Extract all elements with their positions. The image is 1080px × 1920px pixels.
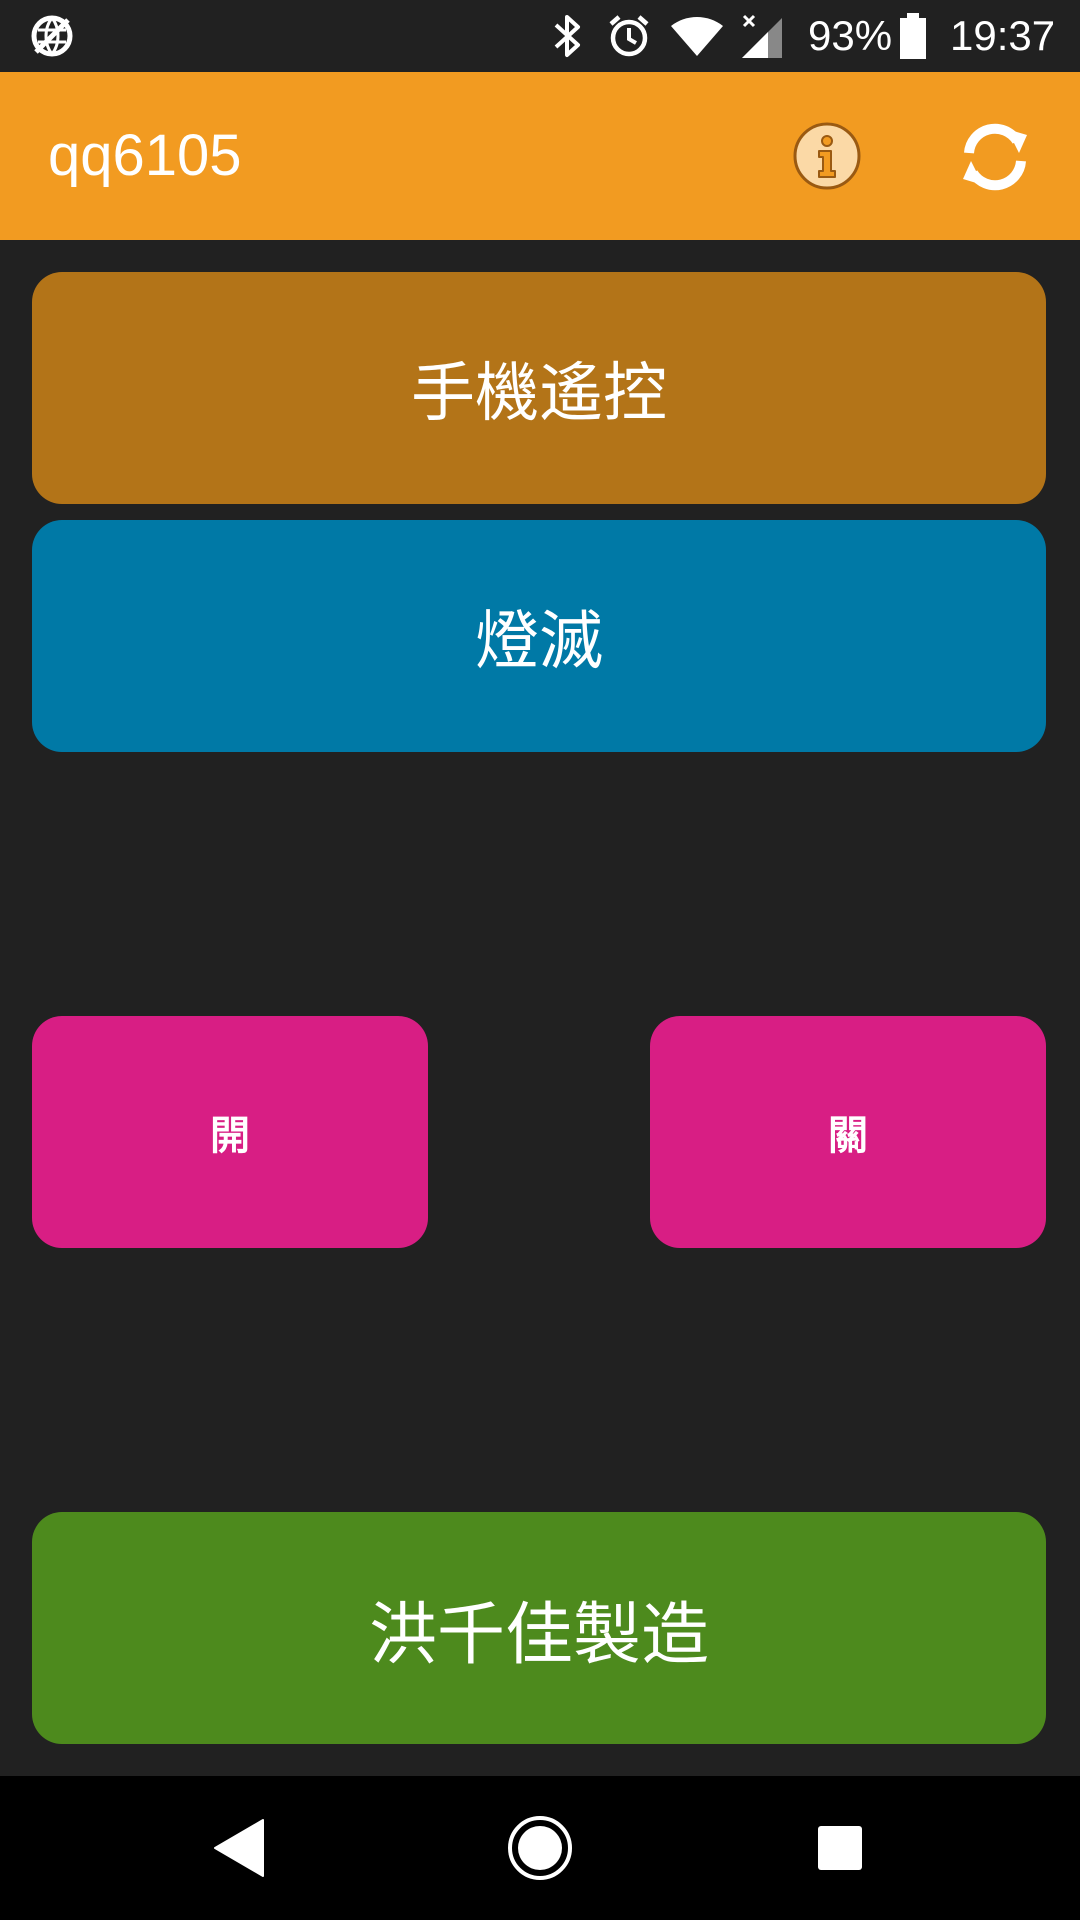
light-status-button[interactable]: 燈滅 bbox=[32, 520, 1046, 752]
data-saver-icon bbox=[28, 0, 76, 72]
recents-button[interactable] bbox=[800, 1776, 880, 1920]
remote-control-button[interactable]: 手機遙控 bbox=[32, 272, 1046, 504]
refresh-button[interactable] bbox=[955, 117, 1035, 197]
status-bar: 93% 19:37 bbox=[0, 0, 1080, 72]
battery-percent: 93% bbox=[808, 12, 893, 59]
app-bar: qq6105 bbox=[0, 72, 1080, 240]
wifi-icon bbox=[670, 0, 724, 72]
home-icon bbox=[508, 1816, 572, 1880]
app-title: qq6105 bbox=[48, 123, 242, 188]
recents-icon bbox=[818, 1826, 862, 1870]
info-button[interactable] bbox=[792, 121, 862, 191]
alarm-icon bbox=[605, 0, 653, 72]
battery-icon bbox=[898, 0, 928, 72]
home-button[interactable] bbox=[500, 1776, 580, 1920]
back-icon bbox=[214, 1819, 264, 1877]
clock: 19:37 bbox=[950, 12, 1056, 59]
info-icon bbox=[793, 122, 861, 190]
on-button[interactable]: 開 bbox=[32, 1016, 428, 1248]
back-button[interactable] bbox=[200, 1776, 280, 1920]
maker-button[interactable]: 洪千佳製造 bbox=[32, 1512, 1046, 1744]
off-button[interactable]: 關 bbox=[650, 1016, 1046, 1248]
bluetooth-icon bbox=[552, 0, 584, 72]
refresh-icon bbox=[963, 123, 1027, 191]
cell-signal-icon bbox=[740, 0, 784, 72]
